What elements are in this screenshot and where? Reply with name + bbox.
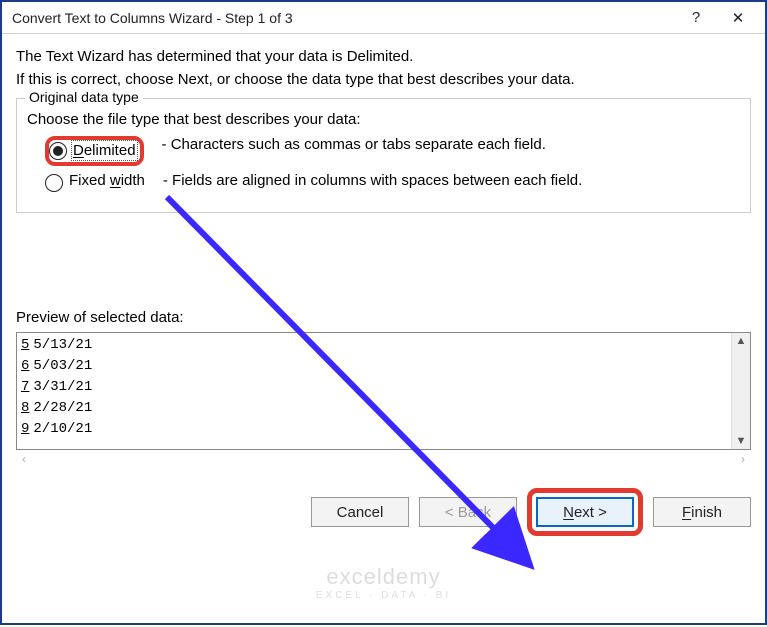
preview-label: Preview of selected data:: [16, 309, 751, 326]
preview-row: 92/10/21: [21, 419, 727, 440]
back-button: < Back: [419, 497, 517, 527]
radio-row-delimited: Delimited - Characters such as commas or…: [45, 136, 740, 166]
close-button[interactable]: ✕: [717, 4, 759, 32]
radio-delimited-desc: - Characters such as commas or tabs sepa…: [162, 136, 546, 153]
annotation-highlight-next: Next >: [527, 488, 643, 536]
original-data-type-group: Original data type Choose the file type …: [16, 98, 751, 213]
scroll-up-icon[interactable]: ▲: [736, 335, 747, 347]
scroll-left-icon[interactable]: ‹: [22, 452, 26, 466]
radio-fixed-width-label[interactable]: Fixed width: [69, 172, 145, 189]
preview-row: 55/13/21: [21, 335, 727, 356]
group-legend: Original data type: [25, 89, 143, 105]
window-title: Convert Text to Columns Wizard - Step 1 …: [12, 10, 675, 26]
preview-vertical-scrollbar[interactable]: ▲ ▼: [732, 333, 750, 449]
dialog-content: The Text Wizard has determined that your…: [2, 34, 765, 478]
radio-dot-icon: [53, 146, 63, 156]
radio-row-fixed-width: Fixed width - Fields are aligned in colu…: [45, 172, 740, 192]
radio-fixed-width-desc: - Fields are aligned in columns with spa…: [163, 172, 582, 189]
help-button[interactable]: ?: [675, 4, 717, 32]
intro-line-1: The Text Wizard has determined that your…: [16, 48, 751, 65]
choose-label: Choose the file type that best describes…: [27, 111, 740, 128]
title-bar: Convert Text to Columns Wizard - Step 1 …: [2, 2, 765, 34]
cancel-button[interactable]: Cancel: [311, 497, 409, 527]
watermark: exceldemy EXCEL · DATA · BI: [316, 564, 451, 601]
preview-row: 65/03/21: [21, 356, 727, 377]
button-row: Cancel < Back Next > Finish: [2, 478, 765, 550]
preview-row: 73/31/21: [21, 377, 727, 398]
radio-delimited-label[interactable]: Delimited: [73, 142, 136, 159]
preview-rows: 55/13/21 65/03/21 73/31/21 82/28/21 92/1…: [17, 333, 732, 449]
finish-button[interactable]: Finish: [653, 497, 751, 527]
preview-box: 55/13/21 65/03/21 73/31/21 82/28/21 92/1…: [16, 332, 751, 450]
next-button[interactable]: Next >: [536, 497, 634, 527]
annotation-highlight-delimited: Delimited: [45, 136, 144, 166]
preview-horizontal-scrollbar[interactable]: ‹ ›: [16, 450, 751, 468]
radio-delimited[interactable]: [49, 142, 67, 160]
intro-line-2: If this is correct, choose Next, or choo…: [16, 71, 751, 88]
scroll-down-icon[interactable]: ▼: [736, 435, 747, 447]
preview-row: 82/28/21: [21, 398, 727, 419]
scroll-right-icon[interactable]: ›: [741, 452, 745, 466]
radio-fixed-width[interactable]: [45, 174, 63, 192]
